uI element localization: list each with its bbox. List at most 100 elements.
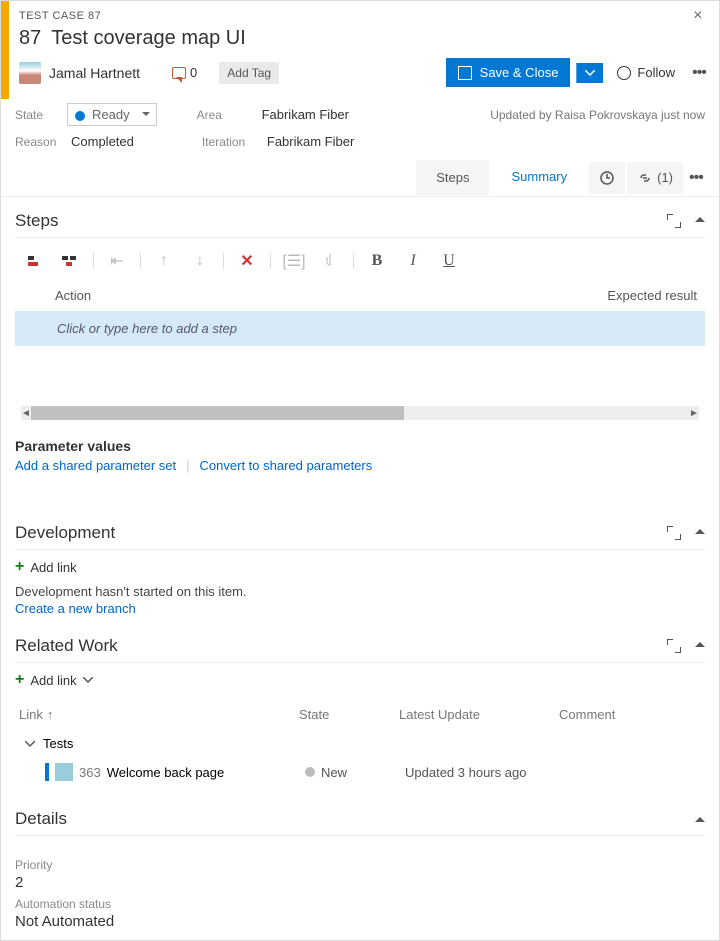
work-item-title[interactable]: Test coverage map UI: [51, 27, 246, 50]
more-actions-button[interactable]: •••: [689, 64, 709, 82]
related-add-link-button[interactable]: + Add link: [15, 663, 705, 697]
underline-button[interactable]: U: [436, 250, 462, 272]
scroll-right-icon[interactable]: ►: [689, 408, 699, 419]
reason-label: Reason: [15, 135, 57, 149]
assignee-picker[interactable]: Jamal Hartnett: [49, 65, 140, 81]
iteration-value[interactable]: Fabrikam Fiber: [267, 134, 354, 149]
related-item-title: Welcome back page: [107, 765, 225, 780]
details-section-title: Details: [15, 809, 67, 829]
chevron-down-icon: [142, 112, 150, 120]
dev-status-text: Development hasn't started on this item.: [15, 584, 705, 599]
close-button[interactable]: ×: [687, 7, 709, 25]
add-tag-button[interactable]: Add Tag: [219, 62, 279, 84]
dev-add-link-button[interactable]: + Add link: [15, 550, 705, 584]
area-label: Area: [197, 108, 252, 122]
iteration-label: Iteration: [202, 135, 257, 149]
follow-label: Follow: [637, 65, 675, 80]
separator: |: [186, 458, 189, 473]
reason-value[interactable]: Completed: [71, 134, 134, 149]
collapse-icon[interactable]: [695, 212, 705, 222]
attach-icon[interactable]: [317, 250, 343, 272]
work-item-bar-icon: [45, 763, 49, 781]
fullscreen-icon[interactable]: [667, 639, 681, 653]
follow-button[interactable]: Follow: [609, 59, 683, 86]
plus-icon: +: [15, 558, 24, 576]
related-item-id: 363: [79, 765, 101, 780]
move-up-icon[interactable]: ↑: [151, 250, 177, 272]
automation-value[interactable]: Not Automated: [15, 913, 705, 930]
bold-button[interactable]: B: [364, 250, 390, 272]
outdent-icon[interactable]: ⇤: [104, 250, 130, 272]
related-col-comment[interactable]: Comment: [559, 707, 701, 722]
delete-step-icon[interactable]: ✕: [234, 250, 260, 272]
breadcrumb: TEST CASE 87: [19, 10, 101, 22]
steps-col-action: Action: [55, 288, 607, 303]
state-dropdown[interactable]: Ready: [67, 103, 157, 126]
state-dot-icon: [305, 767, 315, 777]
state-label: State: [15, 108, 57, 122]
tab-links[interactable]: (1): [627, 162, 683, 194]
move-down-icon[interactable]: ↓: [187, 250, 213, 272]
related-item-row[interactable]: 363 Welcome back page New Updated 3 hour…: [15, 755, 705, 789]
plus-icon: +: [15, 671, 24, 689]
history-icon: [599, 170, 615, 186]
related-work-title: Related Work: [15, 636, 118, 656]
related-col-link[interactable]: Link ↑: [19, 707, 299, 722]
insert-shared-step-icon[interactable]: [57, 250, 83, 272]
save-icon: [458, 66, 472, 80]
collapse-icon[interactable]: [695, 637, 705, 647]
work-item-id: 87: [19, 27, 41, 50]
follow-icon: [617, 66, 631, 80]
convert-shared-param-link[interactable]: Convert to shared parameters: [200, 458, 373, 473]
add-step-placeholder[interactable]: Click or type here to add a step: [15, 311, 705, 346]
save-dropdown[interactable]: [576, 63, 603, 83]
tabs-overflow-button[interactable]: •••: [685, 161, 705, 195]
collapse-icon[interactable]: [695, 812, 705, 822]
scroll-left-icon[interactable]: ◄: [21, 408, 31, 419]
param-values-title: Parameter values: [15, 430, 705, 458]
fullscreen-icon[interactable]: [667, 526, 681, 540]
italic-button[interactable]: I: [400, 250, 426, 272]
group-tests-label: Tests: [43, 736, 73, 751]
related-item-update: Updated 3 hours ago: [405, 765, 565, 780]
comment-count[interactable]: 0: [172, 65, 197, 80]
scroll-thumb[interactable]: [31, 406, 404, 420]
area-value[interactable]: Fabrikam Fiber: [262, 107, 349, 122]
sort-asc-icon: ↑: [47, 707, 54, 722]
state-value: Ready: [92, 107, 130, 122]
steps-section-title: Steps: [15, 211, 58, 231]
related-col-state[interactable]: State: [299, 707, 399, 722]
avatar: [55, 763, 73, 781]
related-add-link-label: Add link: [30, 673, 76, 688]
related-item-state: New: [321, 765, 347, 780]
chevron-down-icon: [83, 677, 93, 683]
priority-value[interactable]: 2: [15, 874, 705, 891]
updated-by: Updated by Raisa Pokrovskaya just now: [490, 108, 705, 122]
avatar: [19, 62, 41, 84]
create-branch-link[interactable]: Create a new branch: [15, 601, 705, 616]
collapse-icon[interactable]: [695, 524, 705, 534]
fullscreen-icon[interactable]: [667, 214, 681, 228]
insert-step-icon[interactable]: [21, 250, 47, 272]
tab-history[interactable]: [589, 162, 625, 194]
steps-col-expected: Expected result: [607, 288, 697, 303]
priority-label: Priority: [15, 858, 705, 872]
automation-label: Automation status: [15, 897, 705, 911]
comment-count-value: 0: [190, 65, 197, 80]
tab-summary[interactable]: Summary: [491, 159, 587, 196]
links-count: (1): [657, 170, 673, 185]
state-dot-icon: [75, 111, 85, 121]
save-close-button[interactable]: Save & Close: [446, 58, 571, 87]
related-col-update[interactable]: Latest Update: [399, 707, 559, 722]
related-group-tests[interactable]: Tests: [15, 732, 705, 755]
comment-icon: [172, 67, 186, 79]
save-label: Save & Close: [480, 65, 559, 80]
tab-steps[interactable]: Steps: [416, 160, 489, 195]
dev-add-link-label: Add link: [30, 560, 76, 575]
add-shared-param-link[interactable]: Add a shared parameter set: [15, 458, 176, 473]
horizontal-scrollbar[interactable]: ◄ ►: [21, 406, 699, 420]
format-icon[interactable]: [☰]: [281, 250, 307, 272]
development-section-title: Development: [15, 523, 115, 543]
chevron-down-icon: [25, 739, 35, 749]
col-link-label: Link: [19, 707, 43, 722]
